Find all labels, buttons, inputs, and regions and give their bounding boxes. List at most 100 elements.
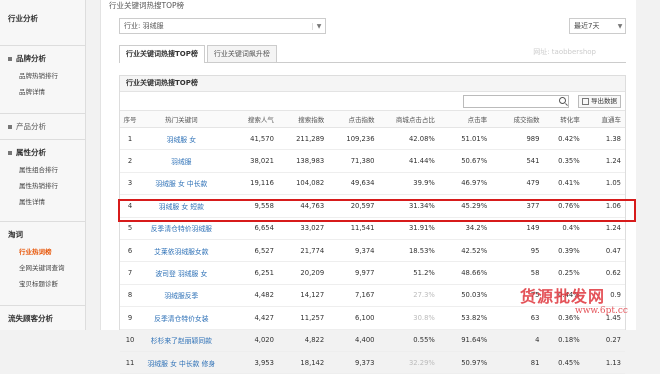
keyword-link[interactable]: 反季清仓特价羽绒服 (140, 217, 223, 240)
table-cell: 0.41% (543, 172, 584, 196)
table-cell: 0.39% (543, 239, 584, 263)
table-row: 4 羽绒服 女 短款 9,558 44,763 20,597 31.34% 45.29% 37… (120, 194, 625, 218)
column-header[interactable]: 搜索人气 (222, 110, 278, 128)
table-row: 2 羽绒服 38,021 138,983 71,380 41.44% 50.67% 541 0.… (120, 149, 625, 173)
keyword-link[interactable]: 羽绒服反季 (140, 284, 223, 308)
table-cell: 32.29% (378, 351, 439, 374)
keyword-link[interactable]: 波司登 羽绒服 女 (140, 261, 223, 285)
table-row: 11 羽绒服 女 中长款 修身 3,953 18,142 9,373 32.29% 50.9… (120, 351, 625, 374)
table-cell: 104,082 (277, 172, 329, 196)
table-cell: 4,427 (222, 306, 278, 330)
table-cell: 41.44% (378, 149, 439, 173)
export-icon (582, 98, 589, 105)
search-input[interactable] (463, 95, 569, 108)
table-cell: 6,100 (328, 306, 379, 330)
chevron-down-icon[interactable]: ▼ (312, 22, 325, 30)
sidebar-item-title-diagnosis[interactable]: 宝贝标题诊断 (0, 275, 85, 291)
table-cell: 41,570 (222, 127, 278, 151)
industry-filter[interactable]: 行业: 羽绒服 ▼ (119, 18, 326, 34)
search-icon[interactable] (559, 97, 566, 104)
table-cell: 9,373 (328, 351, 379, 374)
table-cell: 1.24 (583, 217, 625, 240)
sidebar-item-attr-hot[interactable]: 属性热销排行 (0, 177, 85, 193)
table-cell: 1.38 (583, 127, 625, 151)
column-header[interactable]: 商城点击占比 (378, 110, 439, 128)
table-cell: 45.29% (438, 194, 492, 218)
table-row: 6 艾莱依羽绒服女款 6,527 21,774 9,374 18.53% 42.52% 95 0… (120, 239, 625, 263)
keyword-link[interactable]: 杉杉来了赵丽颖同款 (140, 329, 223, 352)
sidebar-head-attribute[interactable]: 属性分析 (0, 144, 85, 161)
column-header[interactable]: 成交指数 (491, 110, 544, 128)
sidebar-head-lost-customers[interactable]: 流失顾客分析 (0, 310, 85, 327)
sidebar-item-keyword-query[interactable]: 全网关键词查询 (0, 259, 85, 275)
table-cell: 4,822 (277, 329, 329, 352)
keyword-link[interactable]: 羽绒服 女 中长款 修身 (140, 351, 223, 374)
sidebar-item-attr-detail[interactable]: 属性详情 (0, 193, 85, 209)
sidebar-item-brand-rank[interactable]: 品牌热销排行 (0, 67, 85, 83)
table-cell: 11,257 (277, 306, 329, 330)
sidebar-item-brand-detail[interactable]: 品牌详情 (0, 83, 85, 99)
column-header[interactable]: 搜索指数 (277, 110, 329, 128)
keyword-table: 序号 热门关键词 搜索人气 搜索指数 点击指数 商城点击占比 点击率 成交指数 转化率 直通车 1… (120, 110, 625, 374)
table-cell: 33,027 (277, 217, 329, 240)
keyword-link[interactable]: 羽绒服 (140, 149, 223, 173)
main-content: 行业关键词热搜TOP榜 行业: 羽绒服 ▼ 最近7天 ▼ 行业关键词热搜TOP榜… (100, 0, 636, 374)
table-cell: 3 (120, 172, 141, 196)
expand-icon (8, 124, 12, 129)
export-button[interactable]: 导出数据 (578, 95, 621, 108)
table-cell: 0.35% (543, 149, 584, 173)
table-cell: 20,209 (277, 261, 329, 285)
table-cell: 51.01% (438, 127, 492, 151)
table-row: 7 波司登 羽绒服 女 6,251 20,209 9,977 51.2% 48.66% 58 0… (120, 261, 625, 285)
table-cell: 7,167 (328, 284, 379, 308)
table-cell: 5 (120, 217, 141, 240)
table-cell: 8 (120, 284, 141, 308)
tab-hot-search[interactable]: 行业关键词热搜TOP榜 (119, 45, 205, 63)
table-cell: 42.08% (378, 127, 439, 151)
table-cell: 4,020 (222, 329, 278, 352)
table-cell: 31.91% (378, 217, 439, 240)
column-header[interactable]: 点击指数 (328, 110, 379, 128)
table-row: 3 羽绒服 女 中长款 19,116 104,082 49,634 39.9% 46.97%… (120, 172, 625, 196)
column-header[interactable]: 转化率 (543, 110, 584, 128)
sidebar-item-attr-combo[interactable]: 属性组合排行 (0, 161, 85, 177)
sidebar-head-product[interactable]: 产品分析 (0, 118, 85, 135)
keyword-link[interactable]: 羽绒服 女 中长款 (140, 172, 223, 196)
sidebar-section-industry[interactable]: 行业分析 (0, 6, 85, 31)
sidebar-head-brand[interactable]: 品牌分析 (0, 50, 85, 67)
column-header[interactable]: 直通车 (583, 110, 625, 128)
sidebar-item-hot-words[interactable]: 行业热词榜 (0, 243, 85, 259)
table-cell: 149 (491, 217, 544, 240)
date-range-select[interactable]: 最近7天 ▼ (569, 18, 626, 34)
column-header[interactable]: 点击率 (438, 110, 492, 128)
table-cell: 138,983 (277, 149, 329, 173)
table-cell: 42.52% (438, 239, 492, 263)
table-cell: 30.8% (378, 306, 439, 330)
keyword-link[interactable]: 反季清仓特价女装 (140, 306, 223, 330)
table-cell: 0.27 (583, 329, 625, 352)
table-cell: 18.53% (378, 239, 439, 263)
table-cell: 0.45% (543, 351, 584, 374)
sidebar-section-attribute: 属性分析 属性组合排行 属性热销排行 属性详情 (0, 139, 85, 213)
keyword-link[interactable]: 羽绒服 女 (140, 127, 223, 151)
table-cell: 31.34% (378, 194, 439, 218)
sidebar-section-brand: 品牌分析 品牌热销排行 品牌详情 (0, 45, 85, 103)
table-cell: 4 (120, 194, 141, 218)
keyword-link[interactable]: 艾莱依羽绒服女款 (140, 239, 223, 263)
table-cell: 38,021 (222, 149, 278, 173)
table-cell: 0.25% (543, 261, 584, 285)
keyword-link[interactable]: 羽绒服 女 短款 (140, 194, 223, 218)
brand-url: www.6pt.cc (575, 306, 628, 316)
tab-rising[interactable]: 行业关键词飙升榜 (206, 45, 277, 62)
sidebar-head-industry[interactable]: 行业分析 (0, 10, 85, 27)
table-cell: 0.4% (543, 217, 584, 240)
table-cell: 0.42% (543, 127, 584, 151)
sidebar-head-keywords[interactable]: 淘词 (0, 226, 85, 243)
table-cell: 19,116 (222, 172, 278, 196)
table-cell: 63 (491, 306, 544, 330)
table-row: 1 羽绒服 女 41,570 211,289 109,236 42.08% 51.01% 98… (120, 127, 625, 151)
table-toolbar: 导出数据 (120, 92, 625, 110)
collapse-icon (8, 150, 12, 155)
industry-filter-value: 行业: 羽绒服 (124, 22, 164, 30)
table-cell: 27.3% (378, 284, 439, 308)
